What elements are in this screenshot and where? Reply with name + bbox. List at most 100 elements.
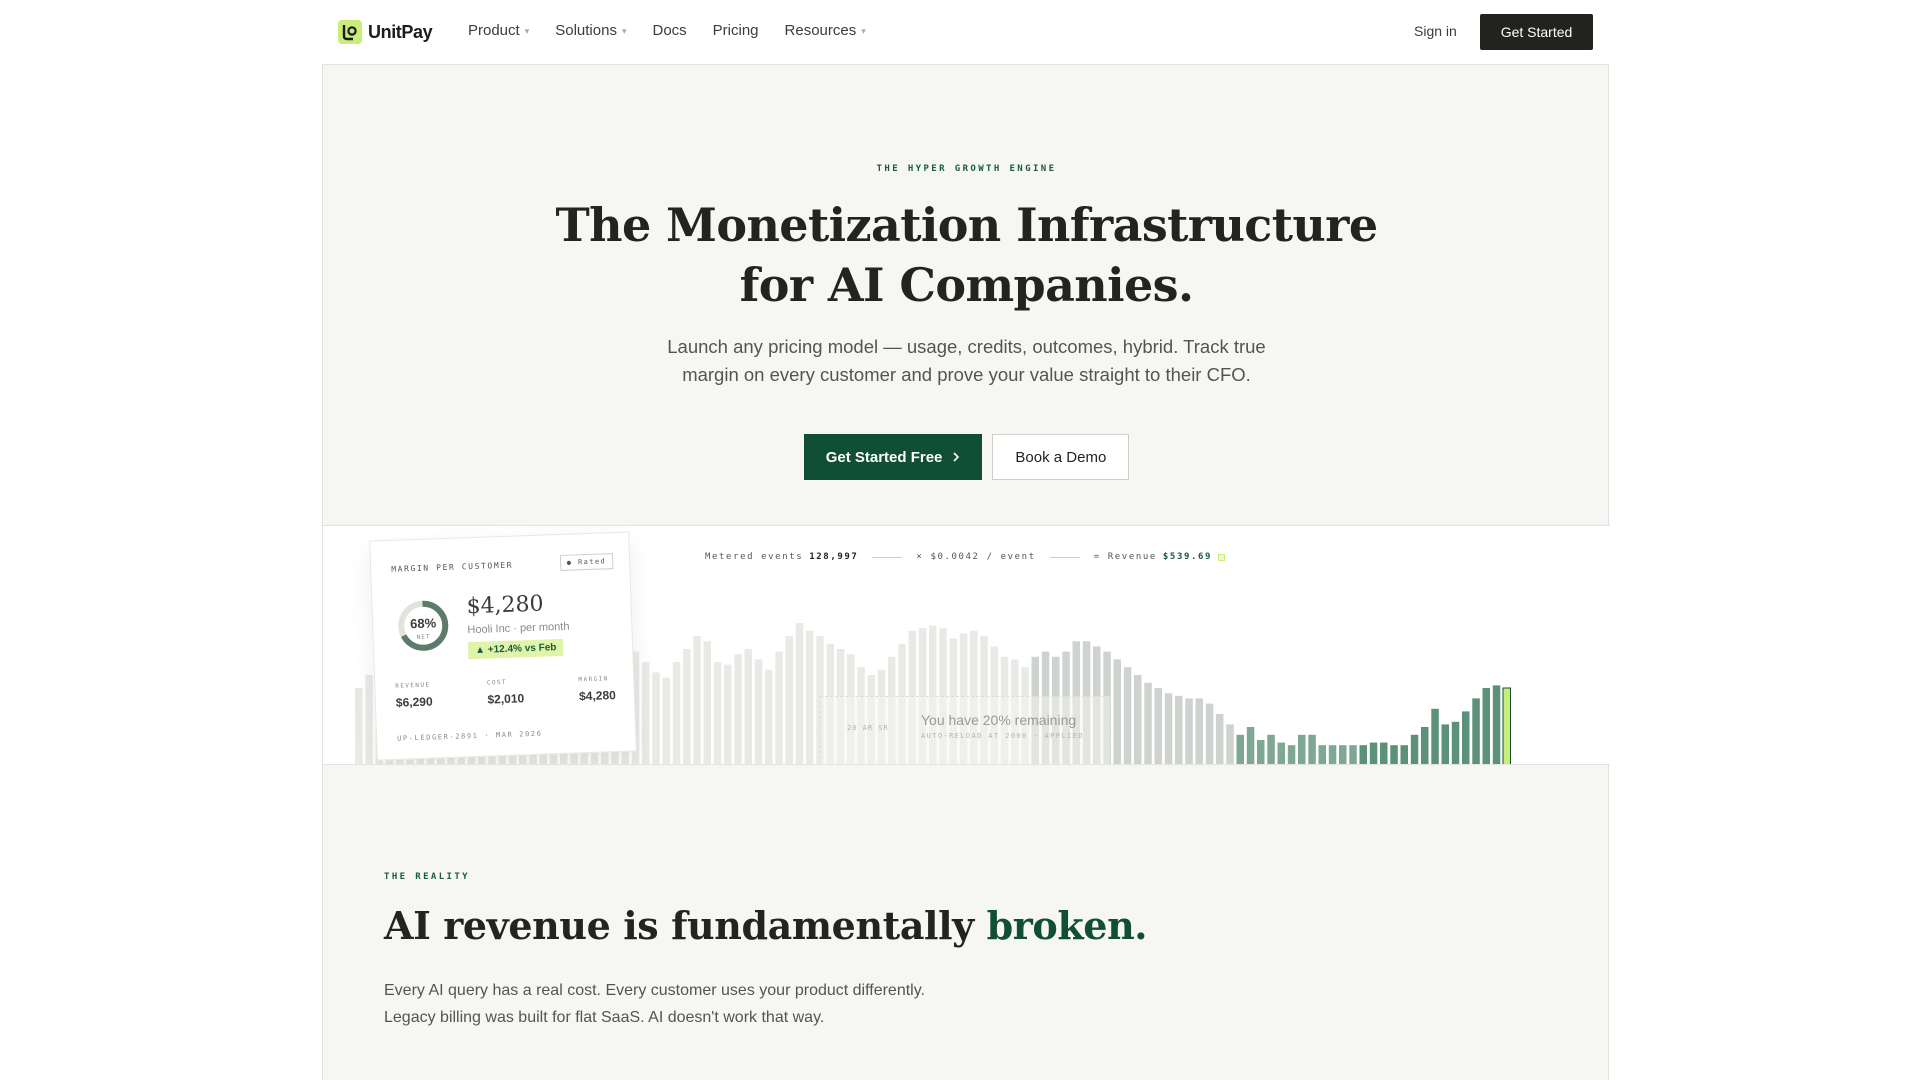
divider [1049, 556, 1080, 558]
usage-bar [652, 672, 660, 764]
usage-bar [365, 675, 373, 764]
revenue-value: $539.69 [1162, 552, 1213, 562]
hero-subtitle-line2: margin on every customer and prove your … [682, 364, 1251, 385]
hero-eyebrow: The hyper growth engine [876, 164, 1057, 174]
nav-item-product[interactable]: Product ▾ [468, 22, 529, 39]
unitpay-logo-icon [338, 20, 362, 44]
usage-bar [1421, 727, 1429, 764]
card-stats: Revenue $6,290 Cost $2,010 Margin $4,280 [395, 675, 616, 710]
usage-bar [355, 688, 363, 764]
stat-label: Margin [578, 675, 609, 684]
margin-per-customer-card: Margin per customer ● Rated 68% NET $4,2… [369, 531, 637, 761]
stat-cost: Cost $2,010 [487, 678, 525, 707]
usage-bar [1441, 724, 1449, 764]
nav-item-label: Product [468, 22, 520, 39]
nav-item-label: Docs [652, 22, 687, 39]
usage-bar [775, 651, 783, 764]
stat-value: $2,010 [487, 691, 525, 707]
usage-bar [1164, 693, 1173, 764]
usage-bar [765, 669, 773, 764]
customer-desc: Hooli Inc · per month [467, 620, 570, 637]
sign-in-link[interactable]: Sign in [1414, 23, 1457, 39]
usage-bar [1472, 698, 1480, 764]
nav-item-solutions[interactable]: Solutions ▾ [555, 22, 626, 39]
chevron-down-icon: ▾ [524, 25, 530, 36]
stat-margin: Margin $4,280 [578, 675, 616, 703]
metering-formula: Metered events 128,997 × $0.0042 / event… [705, 552, 1226, 562]
credit-balance-meta: 20 AR SR [847, 724, 889, 732]
usage-bar [754, 659, 763, 764]
usage-bar [734, 654, 742, 764]
revenue-indicator-icon [1218, 553, 1226, 561]
usage-bar [724, 664, 732, 764]
nav-item-resources[interactable]: Resources ▾ [785, 22, 866, 39]
usage-visual-band: Metered events 128,997 × $0.0042 / event… [323, 525, 1610, 765]
stat-value: $6,290 [395, 694, 433, 710]
margin-amount: $4,280 [466, 591, 544, 620]
usage-bar [1246, 727, 1255, 764]
revenue-label: = Revenue [1093, 552, 1157, 562]
usage-bar [744, 649, 752, 764]
reality-body: Every AI query has a real cost. Every cu… [384, 977, 925, 1031]
nav-item-docs[interactable]: Docs [652, 22, 686, 39]
usage-bar-current [1502, 687, 1511, 764]
usage-bar [1175, 695, 1183, 764]
hero-actions: Get Started Free Book a Demo [323, 434, 1610, 480]
reality-title-text: AI revenue is fundamentally [384, 903, 974, 948]
button-label: Get Started Free [825, 448, 943, 466]
page-frame: The hyper growth engine The Monetization… [322, 64, 1610, 1080]
usage-bar [1216, 714, 1224, 764]
usage-bar [683, 649, 691, 764]
usage-bar [642, 662, 650, 764]
rated-badge: ● Rated [559, 553, 614, 571]
usage-bar [1328, 745, 1337, 764]
events-label: Metered events [705, 552, 804, 562]
hero-title: The Monetization Infrastructure for AI C… [323, 195, 1610, 315]
book-demo-button[interactable]: Book a Demo [992, 434, 1130, 480]
nav-menu: Product ▾ Solutions ▾ Docs Pricing Resou… [468, 22, 866, 39]
usage-bar [1257, 740, 1265, 764]
hero-subtitle-line1: Launch any pricing model — usage, credit… [667, 336, 1266, 357]
nav-item-label: Pricing [712, 22, 759, 39]
usage-bar [713, 662, 722, 764]
usage-bar [1380, 742, 1388, 764]
donut-percent: 68% [409, 615, 437, 632]
usage-bar [1123, 667, 1132, 764]
usage-bar [1410, 734, 1419, 764]
usage-bar [1185, 698, 1193, 764]
nav-item-pricing[interactable]: Pricing [713, 22, 759, 39]
reality-title: AI revenue is fundamentally broken. [384, 903, 1148, 948]
usage-bar [1195, 698, 1203, 764]
usage-bar [1298, 734, 1306, 764]
usage-bar [795, 623, 804, 764]
usage-bar [1451, 721, 1460, 764]
usage-bar [1308, 734, 1316, 764]
get-started-free-button[interactable]: Get Started Free [803, 434, 983, 480]
chevron-right-icon [952, 449, 960, 466]
reality-eyebrow: The reality [384, 872, 471, 882]
usage-bar [1287, 745, 1296, 764]
usage-bar [1113, 659, 1121, 764]
top-nav: UnitPay Product ▾ Solutions ▾ Docs Prici… [0, 0, 1920, 64]
usage-bar [672, 662, 681, 764]
brand-logo[interactable]: UnitPay [338, 20, 433, 44]
usage-bar [693, 636, 701, 764]
ledger-id: UP-LEDGER-2891 · MAR 2026 [397, 729, 543, 743]
stat-label: Revenue [395, 681, 431, 690]
usage-bar [1482, 688, 1490, 764]
usage-bar [662, 677, 670, 764]
usage-bar [1154, 688, 1162, 764]
rate-text: × $0.0042 / event [916, 552, 1036, 562]
usage-bar [1318, 745, 1326, 764]
credit-balance-text: You have 20% remaining [921, 712, 1077, 728]
hero-title-line2: for AI Companies. [739, 258, 1194, 312]
usage-bar [1277, 742, 1285, 764]
usage-bar [1339, 745, 1347, 764]
usage-bar [1431, 708, 1439, 764]
nav-item-label: Solutions [555, 22, 617, 39]
usage-bar [1359, 745, 1367, 764]
get-started-button[interactable]: Get Started [1480, 14, 1593, 50]
usage-bar [1492, 685, 1501, 764]
usage-bar [1226, 724, 1234, 764]
credit-balance-sub: AUTO-RELOAD AT 2000 · APPLIED [921, 732, 1084, 740]
